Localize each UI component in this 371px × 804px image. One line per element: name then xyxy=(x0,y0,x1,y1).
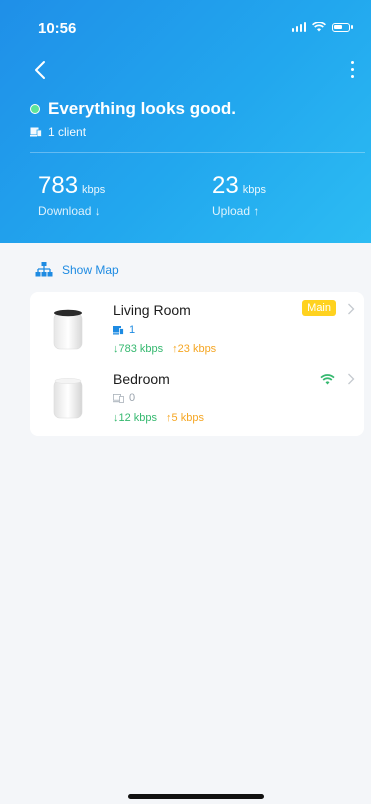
device-speed: ↓12 kbps ↑5 kbps xyxy=(113,412,204,424)
status-icons xyxy=(291,22,353,32)
header-divider xyxy=(30,152,365,153)
show-map-button[interactable]: Show Map xyxy=(35,262,119,277)
device-download: ↓783 kbps xyxy=(113,343,164,355)
back-icon[interactable] xyxy=(30,59,52,81)
cellular-signal-icon xyxy=(291,22,306,32)
device-clients: 1 xyxy=(113,324,135,336)
client-device-icon xyxy=(113,325,124,335)
upload-label: Upload ↑ xyxy=(212,204,260,218)
device-download: ↓12 kbps xyxy=(113,412,158,424)
device-upload: ↑5 kbps xyxy=(166,412,204,424)
download-value: 783 xyxy=(38,172,79,199)
more-options-icon[interactable] xyxy=(347,61,357,81)
device-client-count: 1 xyxy=(129,324,136,336)
client-count: 1 client xyxy=(48,125,87,139)
client-summary: 1 client xyxy=(30,125,86,139)
battery-icon xyxy=(332,22,350,32)
network-topology-icon xyxy=(35,262,53,277)
upload-stat: 23 kbps Upload ↑ xyxy=(212,172,266,218)
download-stat: 783 kbps Download ↓ xyxy=(38,172,105,218)
upload-unit: kbps xyxy=(242,184,266,196)
device-name: Bedroom xyxy=(113,371,170,387)
deco-router-icon xyxy=(53,378,83,419)
main-badge: Main xyxy=(302,300,336,316)
device-upload: ↑23 kbps xyxy=(172,343,217,355)
download-label: Download ↓ xyxy=(38,204,101,218)
device-speed: ↓783 kbps ↑23 kbps xyxy=(113,343,216,355)
status-time: 10:56 xyxy=(38,20,77,37)
upload-value: 23 xyxy=(212,172,239,199)
show-map-label: Show Map xyxy=(62,262,119,277)
download-unit: kbps xyxy=(82,184,106,196)
device-name: Living Room xyxy=(113,302,191,318)
device-clients: 0 xyxy=(113,392,135,404)
device-row-living-room[interactable]: Living Room Main 1 ↓783 kbps ↑23 kbps xyxy=(30,292,364,364)
client-device-icon xyxy=(30,127,42,137)
device-list: Living Room Main 1 ↓783 kbps ↑23 kbps Be… xyxy=(30,292,364,436)
header: 10:56 Everything looks good. 1 client 78… xyxy=(0,0,371,243)
chevron-right-icon xyxy=(348,303,355,315)
deco-router-icon xyxy=(53,309,83,350)
status-dot xyxy=(30,104,40,114)
wifi-status-icon xyxy=(312,22,326,32)
chevron-right-icon xyxy=(348,373,355,385)
device-row-bedroom[interactable]: Bedroom 0 ↓12 kbps ↑5 kbps xyxy=(30,364,364,436)
network-status: Everything looks good. xyxy=(30,99,236,119)
device-client-count: 0 xyxy=(129,392,136,404)
wifi-icon xyxy=(320,374,335,385)
status-bar: 10:56 xyxy=(0,0,371,40)
status-text: Everything looks good. xyxy=(48,99,236,118)
home-indicator[interactable] xyxy=(128,794,264,799)
client-device-icon xyxy=(113,393,124,403)
